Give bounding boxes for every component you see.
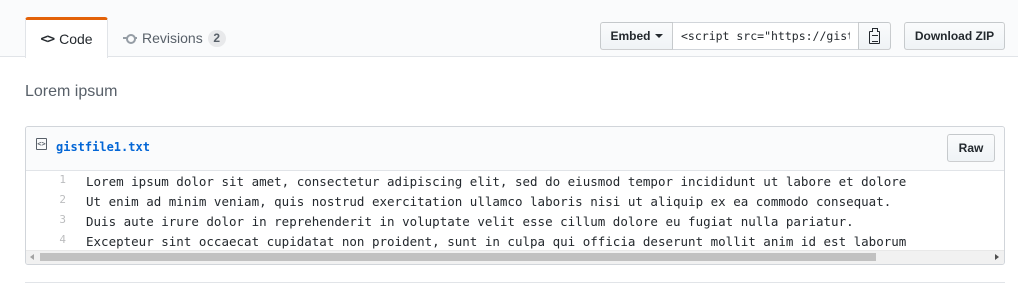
- code-icon: <>: [40, 31, 55, 47]
- tab-revisions-label: Revisions: [142, 30, 203, 46]
- clipboard-icon: [869, 27, 880, 44]
- gist-description: Lorem ipsum: [25, 83, 118, 100]
- file-code-icon: <>: [36, 138, 47, 150]
- file-header: <> gistfile1.txt Raw: [26, 127, 1004, 171]
- tab-code[interactable]: <> Code: [25, 17, 108, 58]
- embed-group: Embed: [600, 22, 891, 50]
- code-line: 1 Lorem ipsum dolor sit amet, consectetu…: [26, 173, 906, 193]
- line-text: Excepteur sint occaecat cupidatat non pr…: [86, 234, 907, 249]
- code-area: 1 Lorem ipsum dolor sit amet, consectetu…: [26, 171, 1004, 264]
- scroll-right-arrow-icon[interactable]: [995, 254, 999, 260]
- commit-icon: [123, 33, 137, 44]
- tab-code-label: Code: [59, 31, 93, 47]
- line-text: Duis aute irure dolor in reprehenderit i…: [86, 214, 854, 229]
- revisions-count-badge: 2: [207, 29, 226, 47]
- code-line: 3 Duis aute irure dolor in reprehenderit…: [26, 213, 853, 233]
- horizontal-scrollbar[interactable]: [26, 250, 1004, 264]
- embed-code-input[interactable]: [673, 22, 858, 50]
- file-name-link[interactable]: gistfile1.txt: [56, 140, 150, 154]
- copy-to-clipboard-button[interactable]: [858, 22, 891, 50]
- raw-button[interactable]: Raw: [947, 134, 995, 162]
- divider: [25, 282, 1005, 283]
- line-number[interactable]: 2: [26, 193, 66, 213]
- code-line: 2 Ut enim ad minim veniam, quis nostrud …: [26, 193, 891, 213]
- scrollbar-thumb[interactable]: [40, 253, 876, 261]
- embed-button-label: Embed: [610, 29, 651, 43]
- scroll-left-arrow-icon[interactable]: [30, 254, 34, 260]
- line-number[interactable]: 3: [26, 213, 66, 233]
- embed-dropdown-button[interactable]: Embed: [600, 22, 673, 50]
- download-zip-button[interactable]: Download ZIP: [904, 22, 1005, 50]
- caret-down-icon: [654, 34, 663, 38]
- file-box: <> gistfile1.txt Raw 1 Lorem ipsum dolor…: [25, 126, 1005, 265]
- line-number[interactable]: 1: [26, 173, 66, 193]
- gist-header-bar: <> Code Revisions 2 Embed Download ZIP: [0, 0, 1018, 58]
- line-text: Ut enim ad minim veniam, quis nostrud ex…: [86, 194, 892, 209]
- line-text: Lorem ipsum dolor sit amet, consectetur …: [86, 174, 907, 189]
- tab-revisions[interactable]: Revisions 2: [123, 27, 226, 49]
